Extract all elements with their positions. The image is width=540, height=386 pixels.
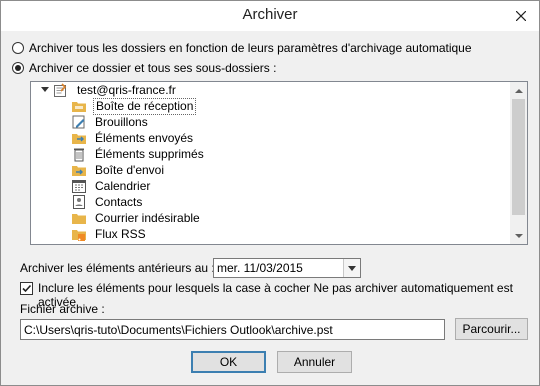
archive-dialog: Archiver Archiver tous les dossiers en f… [0, 0, 540, 386]
checkmark-icon [22, 284, 32, 293]
sent-icon [71, 130, 87, 146]
archive-before-label: Archiver les éléments antérieurs au : [20, 261, 215, 275]
archive-date-value: mer. 11/03/2015 [217, 261, 303, 275]
drafts-icon [71, 114, 87, 130]
inbox-icon [71, 98, 87, 114]
archive-all-label: Archiver tous les dossiers en fonction d… [29, 41, 472, 55]
scroll-thumb[interactable] [512, 99, 525, 215]
tree-item-label: Courrier indésirable [95, 210, 200, 225]
archive-file-value: C:\Users\qris-tuto\Documents\Fichiers Ou… [24, 323, 333, 337]
include-items-checkbox[interactable] [20, 282, 33, 295]
archive-folder-radio[interactable] [12, 62, 24, 74]
expand-arrow-icon[interactable] [41, 87, 49, 92]
tree-item-label: Calendrier [95, 178, 151, 193]
tree-item-label: Boîte d'envoi [95, 162, 165, 177]
tree-item-label: Flux RSS [95, 226, 146, 241]
contacts-icon [71, 194, 87, 210]
archive-folder-option[interactable]: Archiver ce dossier et tous ses sous-dos… [12, 61, 276, 75]
folder-tree[interactable]: test@qris-france.fr Boîte de réception B… [30, 81, 528, 245]
tree-item-calendar[interactable]: Calendrier [71, 178, 152, 194]
calendar-icon [71, 178, 87, 194]
archive-file-label: Fichier archive : [20, 302, 105, 316]
tree-root-label: test@qris-france.fr [77, 82, 176, 97]
tree-scrollbar[interactable] [510, 82, 527, 244]
chevron-down-icon[interactable] [343, 259, 360, 277]
archive-file-field[interactable]: C:\Users\qris-tuto\Documents\Fichiers Ou… [20, 319, 445, 340]
mailbox-icon [53, 82, 69, 98]
browse-button[interactable]: Parcourir... [455, 318, 528, 340]
archive-all-option[interactable]: Archiver tous les dossiers en fonction d… [12, 41, 472, 55]
tree-item-label: Contacts [95, 194, 143, 209]
ok-button[interactable]: OK [191, 351, 266, 373]
junk-folder-icon [71, 210, 87, 226]
tree-item-inbox[interactable]: Boîte de réception [71, 97, 197, 115]
tree-item-label: Brouillons [95, 114, 148, 129]
tree-item-junk[interactable]: Courrier indésirable [71, 210, 202, 226]
title-bar: Archiver [1, 1, 539, 31]
close-icon [516, 11, 526, 21]
scroll-up-icon[interactable] [510, 82, 527, 99]
include-items-label: Inclure les éléments pour lesquels la ca… [38, 281, 513, 309]
trash-icon [71, 146, 87, 162]
tree-item-deleted[interactable]: Éléments supprimés [71, 146, 206, 162]
close-button[interactable] [509, 5, 533, 27]
archive-date-combobox[interactable]: mer. 11/03/2015 [213, 258, 361, 278]
tree-item-rss[interactable]: Flux RSS [71, 226, 148, 242]
tree-item-label: Éléments supprimés [95, 146, 204, 161]
tree-item-label: Éléments envoyés [95, 130, 194, 145]
tree-item-outbox[interactable]: Boîte d'envoi [71, 162, 166, 178]
scroll-down-icon[interactable] [510, 227, 527, 244]
tree-root[interactable]: test@qris-france.fr [53, 82, 178, 98]
outbox-icon [71, 162, 87, 178]
window-title: Archiver [242, 6, 298, 23]
tree-item-contacts[interactable]: Contacts [71, 194, 144, 210]
tree-item-drafts[interactable]: Brouillons [71, 114, 150, 130]
archive-all-radio[interactable] [12, 42, 24, 54]
rss-icon [71, 226, 87, 242]
tree-item-label: Boîte de réception [93, 97, 197, 115]
tree-item-sent[interactable]: Éléments envoyés [71, 130, 195, 146]
archive-folder-label: Archiver ce dossier et tous ses sous-dos… [29, 61, 277, 75]
cancel-button[interactable]: Annuler [277, 351, 352, 373]
